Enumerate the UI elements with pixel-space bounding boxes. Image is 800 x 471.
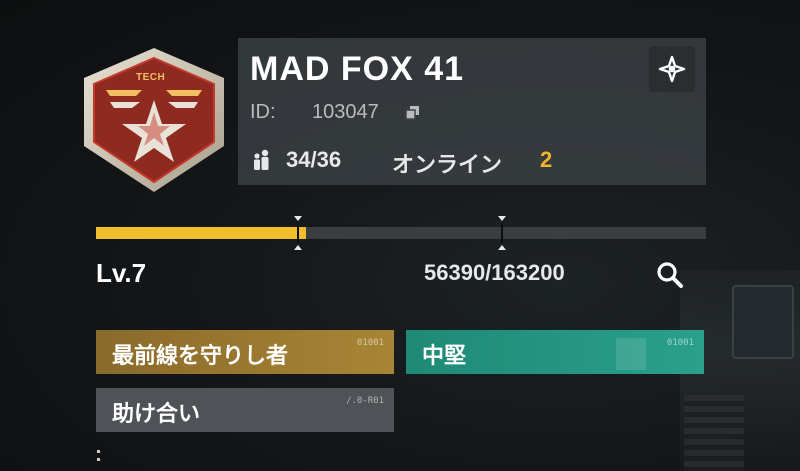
online-label: オンライン (392, 152, 503, 177)
title-tag-frontline-defender[interactable]: 最前線を守りし者 01001 (96, 330, 394, 374)
members-icon (250, 148, 274, 172)
level-label: Lv.7 (96, 258, 147, 288)
player-name: MAD FOX 41 (250, 50, 465, 88)
search-icon[interactable] (653, 258, 687, 292)
xp-text: 56390/163200 (424, 260, 565, 285)
online-count: 2 (540, 147, 553, 172)
settings-button[interactable] (649, 46, 695, 92)
copy-icon[interactable] (404, 104, 422, 122)
tag-decoration (616, 338, 646, 370)
emblem-shield-icon (84, 48, 224, 192)
tag-label: 助け合い (112, 401, 201, 426)
scroll-indicator-dot (97, 458, 100, 461)
tag-code: 01001 (666, 338, 694, 348)
clan-emblem[interactable]: TECH (80, 44, 228, 196)
tag-code: 01001 (356, 338, 384, 348)
tag-code: /.0-R01 (346, 396, 384, 406)
xp-progress-fill (96, 227, 306, 239)
title-tag-mutual-help[interactable]: 助け合い /.0-R01 (96, 388, 394, 432)
scroll-indicator-dot (97, 450, 100, 453)
title-tag-veteran[interactable]: 中堅 01001 (406, 330, 704, 374)
emblem-text: TECH (136, 72, 166, 83)
id-label: ID: (250, 101, 276, 123)
member-count: 34/36 (286, 147, 342, 172)
background-monitor (732, 285, 794, 359)
settings-icon (658, 55, 686, 83)
xp-milestone-marker (294, 216, 302, 250)
id-value: 103047 (312, 101, 379, 123)
background-panel (684, 395, 744, 471)
xp-milestone-marker (498, 216, 506, 250)
tag-label: 最前線を守りし者 (112, 343, 289, 368)
tag-label: 中堅 (422, 343, 467, 368)
